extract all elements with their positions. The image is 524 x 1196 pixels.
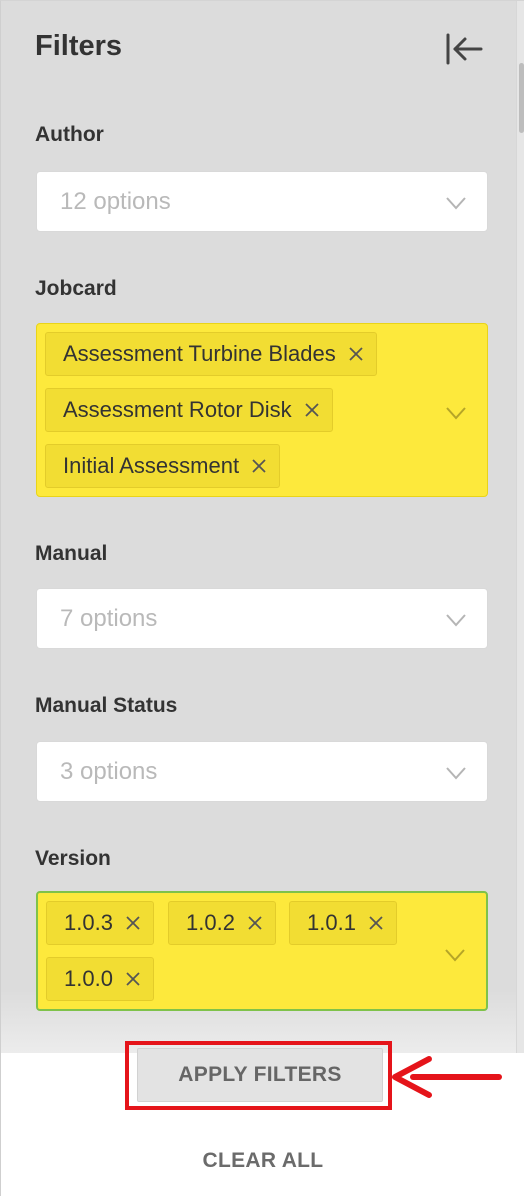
author-select[interactable]: 12 options — [36, 171, 488, 232]
panel-title: Filters — [35, 30, 123, 62]
author-placeholder: 12 options — [60, 187, 171, 215]
version-tag-label: 1.0.3 — [64, 910, 113, 935]
close-icon[interactable] — [348, 346, 364, 362]
manual-select[interactable]: 7 options — [36, 588, 488, 649]
close-icon[interactable] — [251, 458, 267, 474]
jobcard-label: Jobcard — [35, 277, 117, 300]
manual-status-select[interactable]: 3 options — [36, 741, 488, 802]
version-tag-label: 1.0.0 — [64, 966, 113, 991]
jobcard-tag: Assessment Rotor Disk — [45, 388, 333, 432]
version-tag: 1.0.1 — [289, 901, 397, 945]
version-tag-label: 1.0.1 — [307, 910, 356, 935]
filters-panel: Filters Author 12 options Jobcard Assess… — [0, 0, 524, 1196]
clear-all-button[interactable]: CLEAR ALL — [161, 1141, 365, 1181]
close-icon[interactable] — [125, 971, 141, 987]
jobcard-tag: Assessment Turbine Blades — [45, 332, 377, 376]
manual-status-placeholder: 3 options — [60, 757, 158, 785]
chevron-down-icon — [446, 407, 466, 420]
jobcard-tag-label: Assessment Turbine Blades — [63, 341, 336, 366]
jobcard-tag-label: Assessment Rotor Disk — [63, 397, 292, 422]
close-icon[interactable] — [247, 915, 263, 931]
scrollbar-thumb[interactable] — [519, 63, 524, 133]
manual-placeholder: 7 options — [60, 604, 158, 632]
close-icon[interactable] — [125, 915, 141, 931]
close-icon[interactable] — [304, 402, 320, 418]
version-tag: 1.0.2 — [168, 901, 276, 945]
scrollbar[interactable] — [516, 1, 524, 1053]
version-select[interactable]: 1.0.3 1.0.2 1.0.1 1.0.0 — [36, 891, 488, 1011]
jobcard-tag-label: Initial Assessment — [63, 453, 240, 478]
version-tag-label: 1.0.2 — [186, 910, 235, 935]
version-label: Version — [35, 847, 111, 870]
author-label: Author — [35, 123, 104, 146]
collapse-left-icon[interactable] — [441, 29, 485, 69]
chevron-down-icon — [446, 614, 466, 627]
chevron-down-icon — [446, 197, 466, 210]
version-tag: 1.0.0 — [46, 957, 154, 1001]
jobcard-select[interactable]: Assessment Turbine Blades Assessment Rot… — [36, 323, 488, 497]
arrow-left-icon — [392, 1056, 502, 1098]
jobcard-tag: Initial Assessment — [45, 444, 281, 488]
manual-label: Manual — [35, 542, 108, 565]
chevron-down-icon — [446, 767, 466, 780]
version-tag: 1.0.3 — [46, 901, 154, 945]
manual-status-label: Manual Status — [35, 694, 178, 717]
apply-filters-button[interactable]: APPLY FILTERS — [137, 1048, 383, 1102]
chevron-down-icon — [445, 949, 465, 962]
close-icon[interactable] — [368, 915, 384, 931]
